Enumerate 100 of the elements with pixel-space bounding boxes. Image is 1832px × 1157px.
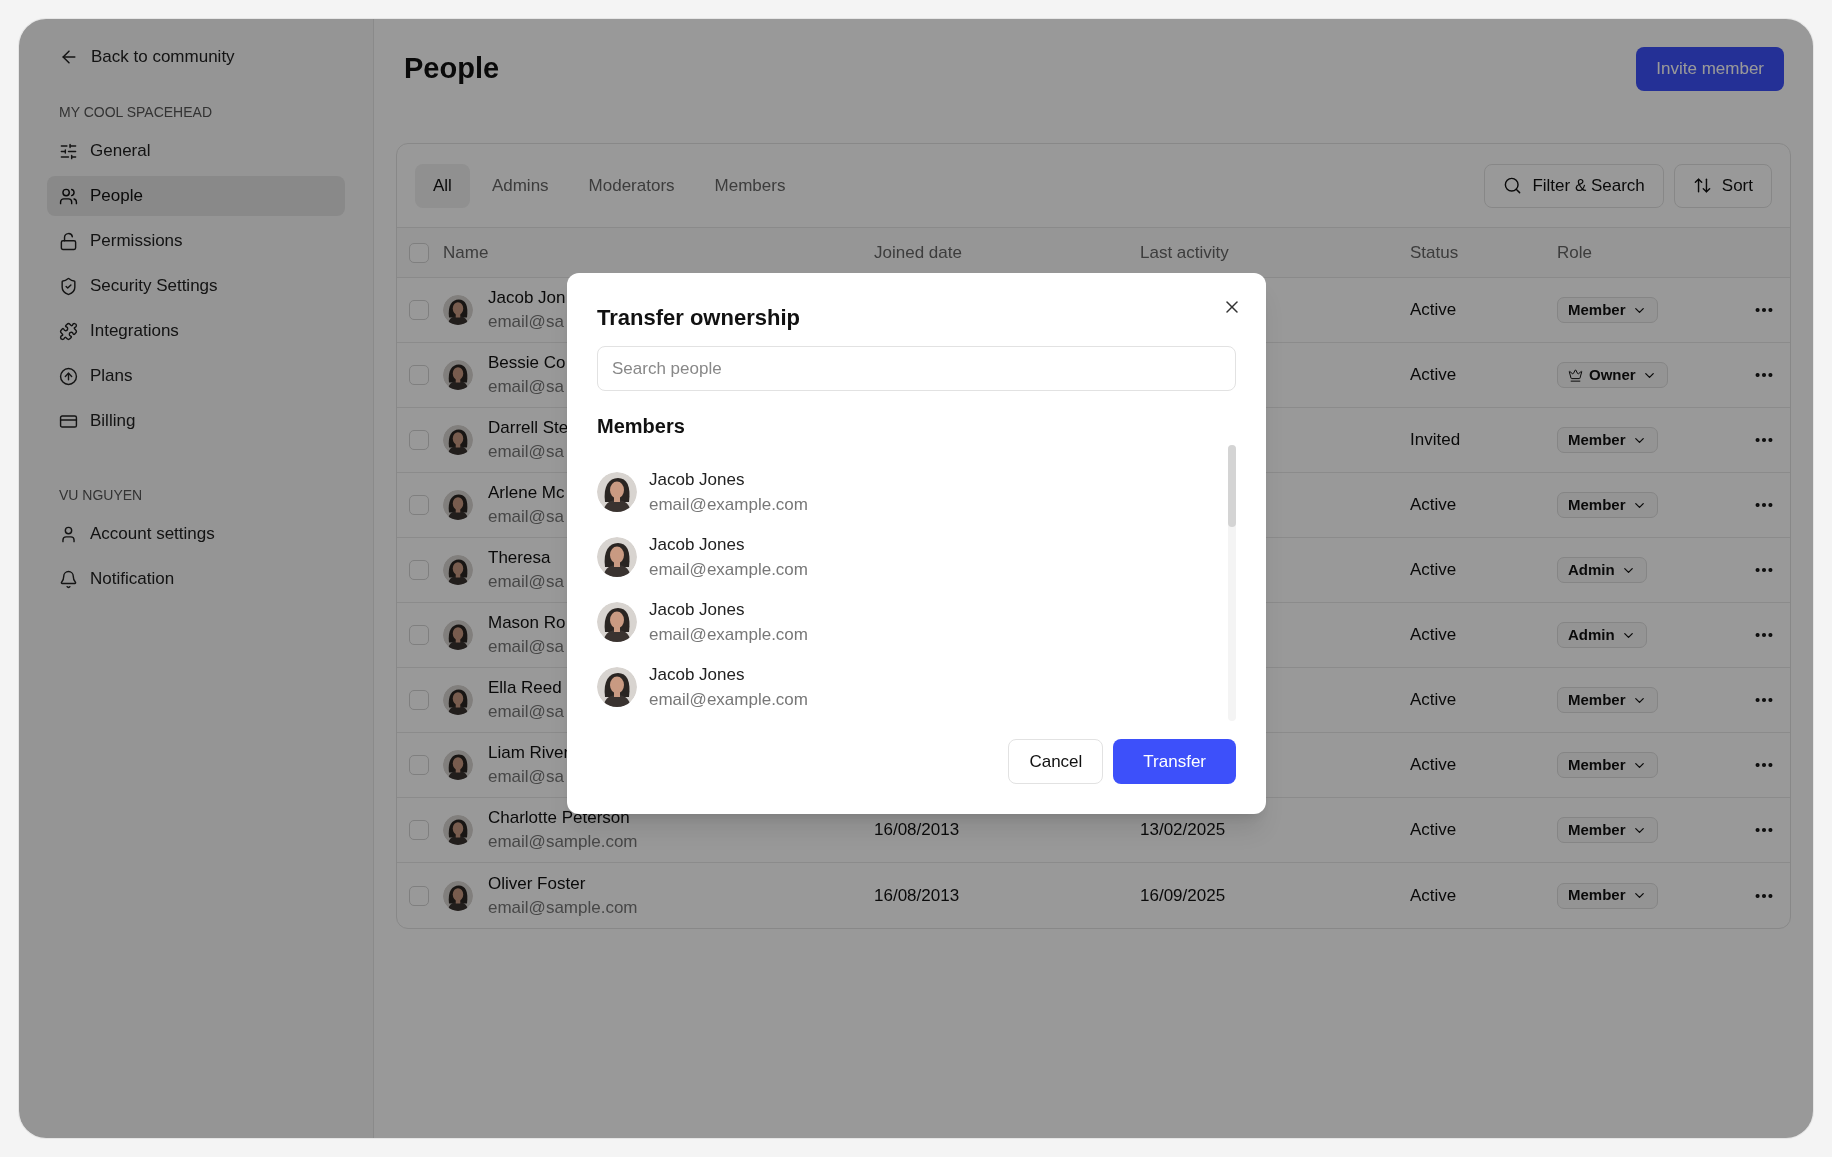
checkbox[interactable] [409, 820, 429, 840]
member-name: Theresa [488, 547, 552, 569]
role-dropdown[interactable]: Admin [1557, 622, 1647, 648]
member-email: email@sample.com [488, 896, 638, 919]
status-text: Active [1410, 560, 1457, 580]
checkbox[interactable] [409, 365, 429, 385]
sidebar-item[interactable]: People [47, 176, 345, 216]
member-email: email@sa [488, 311, 565, 333]
status-text: Active [1410, 690, 1457, 710]
shield-icon [59, 276, 78, 296]
checkbox[interactable] [409, 560, 429, 580]
role-dropdown[interactable]: Admin [1557, 557, 1647, 583]
bell-icon [59, 569, 78, 589]
scrollbar-thumb[interactable] [1228, 445, 1236, 527]
invite-member-button[interactable]: Invite member [1636, 47, 1784, 91]
filter-tab[interactable]: Moderators [570, 163, 693, 208]
column-header: Status [1410, 241, 1460, 264]
status-text: Invited [1410, 430, 1461, 450]
role-dropdown[interactable]: Member [1557, 882, 1658, 909]
member-email: email@sa [488, 701, 564, 723]
role-dropdown[interactable]: Member [1557, 752, 1658, 778]
checkbox[interactable] [409, 242, 429, 263]
member-option[interactable]: Jacob Jones email@example.com [597, 662, 1228, 712]
checkbox[interactable] [409, 625, 429, 645]
status-text: Active [1410, 365, 1457, 385]
member-email: email@sa [488, 571, 564, 593]
crown-icon [1568, 367, 1583, 383]
member-email: email@sa [488, 506, 565, 528]
page-title: People [404, 51, 500, 87]
member-name: Ella Reed [488, 677, 563, 699]
member-name: Darrell Ste [488, 417, 569, 439]
checkbox[interactable] [409, 690, 429, 710]
status-text: Active [1410, 300, 1457, 320]
arrow-circle-icon [59, 366, 78, 386]
member-name: Charlotte Peterson [488, 807, 631, 829]
sidebar-item[interactable]: General [47, 131, 345, 171]
search-icon [1503, 176, 1523, 195]
member-email: email@sa [488, 636, 565, 658]
column-header: Joined date [874, 241, 963, 264]
sort-icon [1692, 176, 1712, 195]
sidebar-item[interactable]: Billing [47, 401, 345, 441]
member-email: email@sample.com [488, 831, 638, 853]
member-name: Mason Ro [488, 612, 566, 634]
sidebar-item[interactable]: Integrations [47, 311, 345, 351]
people-icon [59, 186, 78, 206]
filter-tab[interactable]: Members [696, 163, 804, 208]
joined-date: 16/08/2013 [874, 820, 960, 840]
checkbox[interactable] [409, 885, 429, 906]
role-dropdown[interactable]: Member [1557, 427, 1658, 453]
status-text: Active [1410, 755, 1457, 775]
last-activity-date: 13/02/2025 [1140, 820, 1226, 840]
column-header: Role [1557, 241, 1592, 264]
role-dropdown[interactable]: Member [1557, 492, 1658, 518]
checkbox[interactable] [409, 300, 429, 320]
member-name: Liam River [488, 742, 570, 764]
sidebar-item[interactable]: Account settings [47, 514, 345, 554]
checkbox[interactable] [409, 430, 429, 450]
joined-date: 16/08/2013 [874, 885, 960, 905]
user-icon [59, 524, 78, 544]
member-option[interactable]: Jacob Jones email@example.com [597, 532, 1228, 582]
member-name: Arlene Mc [488, 482, 565, 504]
role-dropdown[interactable]: Member [1557, 687, 1658, 713]
status-text: Active [1410, 625, 1457, 645]
member-email: email@sa [488, 376, 565, 398]
sort-button[interactable]: Sort [1673, 163, 1772, 208]
checkbox[interactable] [409, 755, 429, 775]
transfer-button[interactable]: Transfer [1113, 739, 1236, 784]
lock-icon [59, 231, 78, 251]
member-email: email@sa [488, 766, 565, 788]
last-activity-date: 16/09/2025 [1140, 885, 1226, 905]
member-name: Bessie Co [488, 352, 566, 374]
puzzle-icon [59, 321, 78, 341]
member-email: email@sa [488, 441, 565, 463]
status-text: Active [1410, 885, 1457, 905]
section-heading: MY COOL SPACEHEAD [58, 102, 213, 122]
member-option[interactable]: Jacob Jones email@example.com [597, 597, 1228, 647]
sidebar-item[interactable]: Permissions [47, 221, 345, 261]
member-name: Jacob Jon [488, 287, 566, 309]
filter-search-button[interactable]: Filter & Search [1484, 163, 1664, 208]
status-text: Active [1410, 495, 1457, 515]
role-dropdown[interactable]: Owner [1557, 362, 1668, 388]
sidebar-item[interactable]: Notification [47, 559, 345, 599]
filter-tab[interactable]: All [415, 163, 470, 208]
column-header: Name [443, 241, 489, 264]
checkbox[interactable] [409, 495, 429, 515]
member-option[interactable]: Jacob Jones email@example.com [597, 467, 1228, 517]
section-heading: VU NGUYEN [58, 485, 144, 505]
sidebar-item[interactable]: Security Settings [47, 266, 345, 306]
dialog-title: Transfer ownership [597, 304, 800, 332]
sidebar-item[interactable]: Plans [47, 356, 345, 396]
filter-tab[interactable]: Admins [473, 163, 567, 208]
members-heading: Members [597, 414, 686, 439]
back-link[interactable]: Back to community [47, 37, 247, 77]
search-people-field[interactable]: Search people [597, 346, 1236, 391]
role-dropdown[interactable]: Member [1557, 817, 1658, 843]
cancel-button[interactable]: Cancel [1008, 739, 1104, 784]
status-text: Active [1410, 820, 1457, 840]
sliders-icon [59, 141, 78, 161]
role-dropdown[interactable]: Member [1557, 297, 1658, 323]
member-name: Oliver Foster [488, 872, 587, 895]
